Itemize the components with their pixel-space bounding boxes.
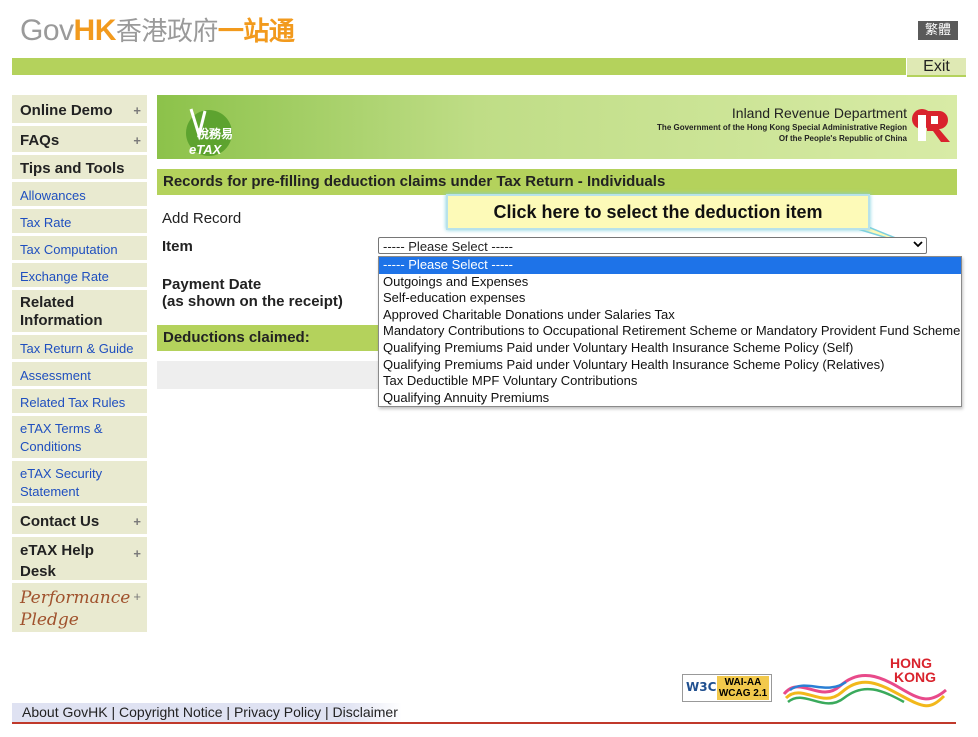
ird-text: Inland Revenue Department The Government… (657, 105, 907, 144)
ird-subtitle-1: The Government of the Hong Kong Special … (657, 123, 907, 132)
svg-text:稅務易: 稅務易 (197, 126, 233, 141)
sidebar-item-related-tax-rules[interactable]: Related Tax Rules (12, 389, 147, 416)
etax-banner: 稅務易 eTAX Inland Revenue Department The G… (157, 95, 957, 159)
section-title-bar: Records for pre-filling deduction claims… (157, 169, 957, 195)
performance-pledge-logo: Performance Pledge (20, 588, 131, 630)
footer-separator: | (324, 704, 329, 720)
expand-icon: + (133, 546, 141, 561)
expand-icon: + (133, 589, 141, 604)
sidebar-heading-related-information: Related Information (12, 290, 147, 335)
sidebar-item-label: eTAX Help Desk (20, 542, 94, 580)
sidebar-item-label: Allowances (20, 188, 86, 203)
item-label: Item (162, 238, 193, 255)
select-value: ----- Please Select ----- (383, 239, 514, 254)
sidebar-item-label: Exchange Rate (20, 269, 109, 284)
logo-hk: HK (73, 14, 117, 47)
sidebar-item-label: Online Demo (20, 102, 113, 119)
sidebar-item-contact-us[interactable]: Contact Us + (12, 506, 147, 537)
sidebar-item-faqs[interactable]: FAQs + (12, 126, 147, 155)
dropdown-option[interactable]: Mandatory Contributions to Occupational … (379, 323, 961, 340)
w3c-logo: W3C (686, 680, 717, 694)
dropdown-option[interactable]: Tax Deductible MPF Voluntary Contributio… (379, 373, 961, 390)
sidebar-item-etax-security[interactable]: eTAX Security Statement (12, 461, 147, 506)
payment-date-sublabel: (as shown on the receipt) (162, 293, 343, 310)
sidebar-item-label: Tax Return & Guide (20, 341, 134, 356)
sidebar-item-label: Tax Computation (20, 242, 118, 257)
payment-date-label: Payment Date (162, 276, 262, 293)
svg-text:KONG: KONG (894, 669, 936, 685)
dropdown-option[interactable]: Qualifying Premiums Paid under Voluntary… (379, 340, 961, 357)
footer-links: About GovHK | Copyright Notice | Privacy… (12, 703, 402, 723)
footer-separator: | (226, 704, 231, 720)
sidebar-item-label: Related Tax Rules (20, 395, 126, 410)
w3c-wcag-badge[interactable]: W3C WAI-AA WCAG 2.1 (682, 674, 772, 702)
dropdown-option[interactable]: Qualifying Annuity Premiums (379, 390, 961, 406)
exit-button[interactable]: Exit (907, 58, 966, 77)
footer-link-copyright[interactable]: Copyright Notice (119, 704, 223, 720)
ird-title: Inland Revenue Department (731, 105, 907, 121)
logo-cn1: 香港政府 (115, 17, 219, 47)
sidebar-item-label: Assessment (20, 368, 91, 383)
wai-text: WAI-AA (724, 677, 762, 688)
sidebar-item-label: Tips and Tools (20, 160, 125, 177)
chevron-down-icon (913, 238, 923, 255)
sidebar-heading-tips-and-tools: Tips and Tools (12, 155, 147, 182)
sidebar-item-label: eTAX Terms & Conditions (20, 421, 103, 454)
dropdown-option[interactable]: Outgoings and Expenses (379, 274, 961, 291)
govhk-logo[interactable]: GovHK香港政府一站通 (20, 14, 295, 49)
dropdown-option[interactable]: Approved Charitable Donations under Sala… (379, 307, 961, 324)
deduction-item-select[interactable]: ----- Please Select ----- (378, 237, 927, 254)
logo-cn2: 一站通 (217, 17, 295, 47)
sidebar-item-performance-pledge[interactable]: Performance Pledge + (12, 583, 147, 635)
etax-logo-icon: 稅務易 eTAX (186, 108, 233, 157)
sidebar-item-etax-help-desk[interactable]: eTAX Help Desk + (12, 537, 147, 583)
sidebar-item-etax-terms[interactable]: eTAX Terms & Conditions (12, 416, 147, 461)
deduction-item-dropdown: ----- Please Select ----- Outgoings and … (378, 256, 962, 407)
sidebar-item-online-demo[interactable]: Online Demo + (12, 95, 147, 126)
wcag-text: WCAG 2.1 (718, 688, 768, 699)
sidebar-item-tax-return-guide[interactable]: Tax Return & Guide (12, 335, 147, 362)
dropdown-option[interactable]: ----- Please Select ----- (379, 257, 961, 274)
sidebar-item-label: Related Information (20, 294, 103, 329)
footer-link-disclaimer[interactable]: Disclaimer (333, 704, 398, 720)
sidebar-item-exchange-rate[interactable]: Exchange Rate (12, 263, 147, 290)
footer-link-privacy[interactable]: Privacy Policy (234, 704, 321, 720)
expand-icon: + (133, 514, 141, 529)
header-bar (12, 58, 906, 75)
svg-text:eTAX: eTAX (189, 142, 223, 157)
footer-separator: | (111, 704, 116, 720)
ird-logo-icon (912, 109, 950, 142)
logo-gov: Gov (20, 14, 74, 47)
sidebar-item-tax-rate[interactable]: Tax Rate (12, 209, 147, 236)
wai-aa-label: WAI-AA WCAG 2.1 (717, 676, 769, 700)
footer-link-about[interactable]: About GovHK (22, 704, 108, 720)
dropdown-option[interactable]: Self-education expenses (379, 290, 961, 307)
expand-icon: + (133, 133, 141, 148)
sidebar-item-assessment[interactable]: Assessment (12, 362, 147, 389)
ird-subtitle-2: Of the People's Republic of China (778, 134, 907, 143)
sidebar-item-label: Tax Rate (20, 215, 72, 230)
sidebar-item-tax-computation[interactable]: Tax Computation (12, 236, 147, 263)
dropdown-option[interactable]: Qualifying Premiums Paid under Voluntary… (379, 357, 961, 374)
expand-icon: + (133, 103, 141, 118)
brand-hong-kong-logo[interactable]: HONG KONG (780, 654, 950, 714)
add-record-label: Add Record (162, 210, 242, 227)
sidebar-item-label: FAQs (20, 132, 60, 149)
sidebar-item-allowances[interactable]: Allowances (12, 182, 147, 209)
instruction-tooltip: Click here to select the deduction item (446, 194, 870, 230)
sidebar-item-label: Contact Us (20, 513, 100, 530)
sidebar-item-label: eTAX Security Statement (20, 466, 103, 499)
footer-divider (12, 722, 956, 724)
language-toggle-button[interactable]: 繁體 (918, 21, 958, 40)
sidebar: Online Demo + FAQs + Tips and Tools Allo… (12, 95, 147, 635)
